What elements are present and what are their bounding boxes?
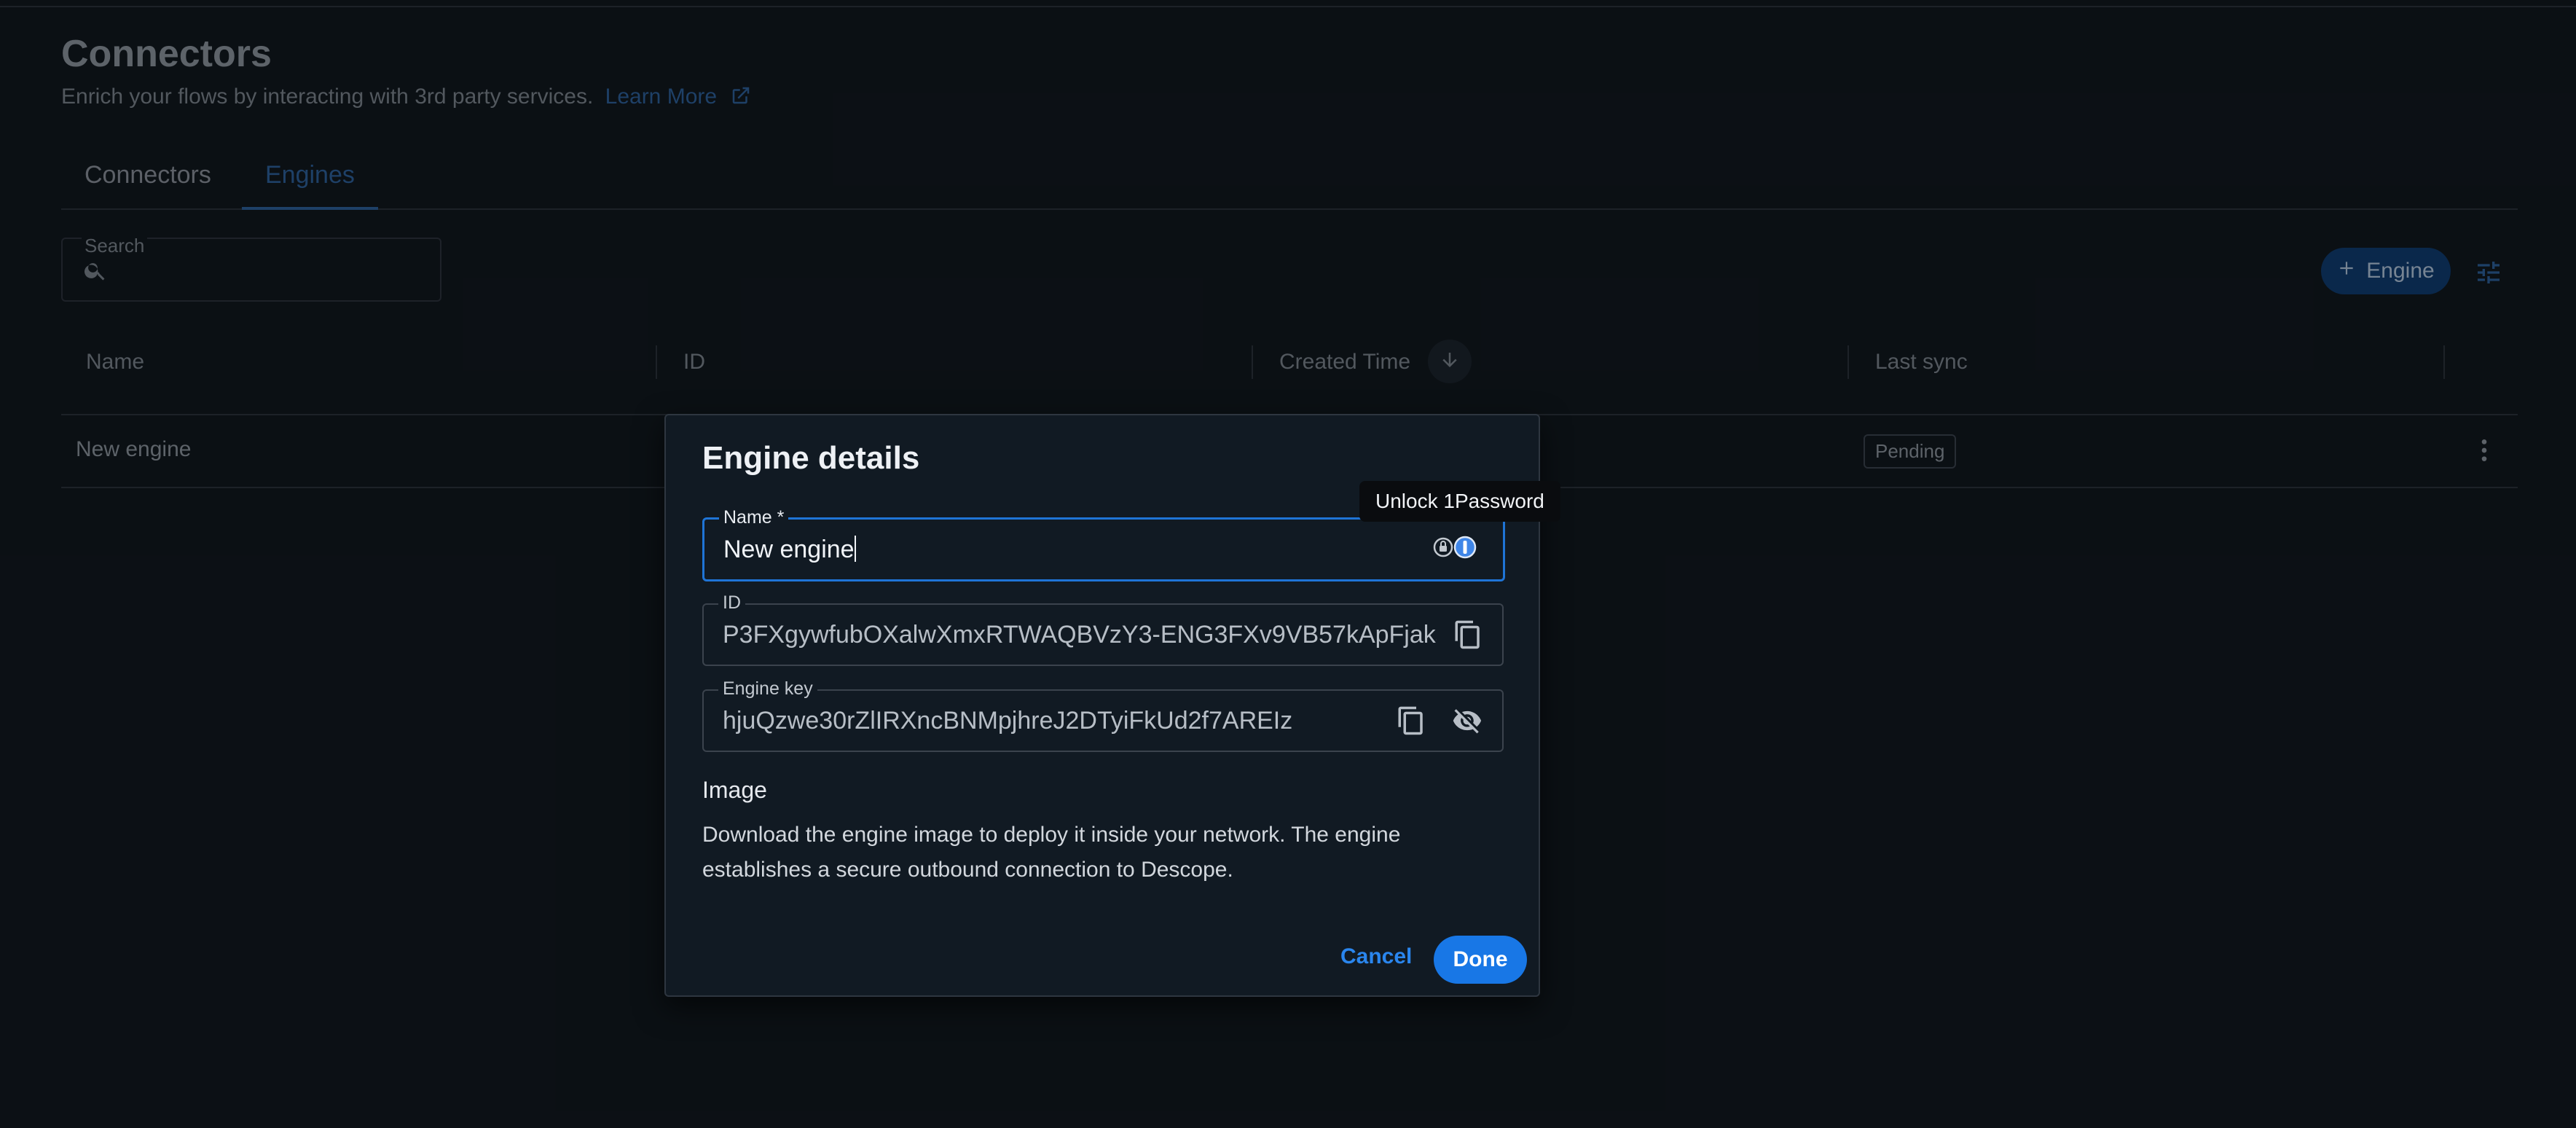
eye-off-icon[interactable] (1451, 705, 1483, 740)
name-field-value: New engine (723, 536, 1423, 564)
unlock-1password-tooltip: Unlock 1Password (1359, 481, 1560, 522)
connectors-page: Connectors Enrich your flows by interact… (0, 0, 2576, 1128)
copy-icon[interactable] (1453, 619, 1483, 654)
text-caret (854, 536, 856, 562)
name-field-label: Name * (719, 507, 789, 528)
engine-key-field-label: Engine key (718, 678, 817, 700)
engine-key-field-value: hjuQzwe30rZlIRXncBNMpjhreJ2DTyiFkUd2f7AR… (723, 707, 1293, 735)
id-field-label: ID (718, 592, 745, 614)
image-section-text: Download the engine image to deploy it i… (702, 823, 1401, 882)
image-section-title: Image (702, 777, 767, 803)
id-field-value: P3FXgywfubOXalwXmxRTWAQBVzY3-ENG3FXv9VB5… (723, 621, 1437, 649)
dialog-title: Engine details (702, 440, 920, 476)
1password-icon[interactable] (1433, 533, 1480, 565)
name-value-text: New engine (723, 536, 855, 563)
id-field[interactable]: ID P3FXgywfubOXalwXmxRTWAQBVzY3-ENG3FXv9… (702, 592, 1504, 666)
done-button[interactable]: Done (1434, 936, 1527, 984)
engine-key-field[interactable]: Engine key hjuQzwe30rZlIRXncBNMpjhreJ2DT… (702, 678, 1504, 752)
copy-icon[interactable] (1396, 705, 1426, 740)
name-field[interactable]: Name * New engine (702, 507, 1505, 581)
cancel-button[interactable]: Cancel (1340, 944, 1412, 969)
